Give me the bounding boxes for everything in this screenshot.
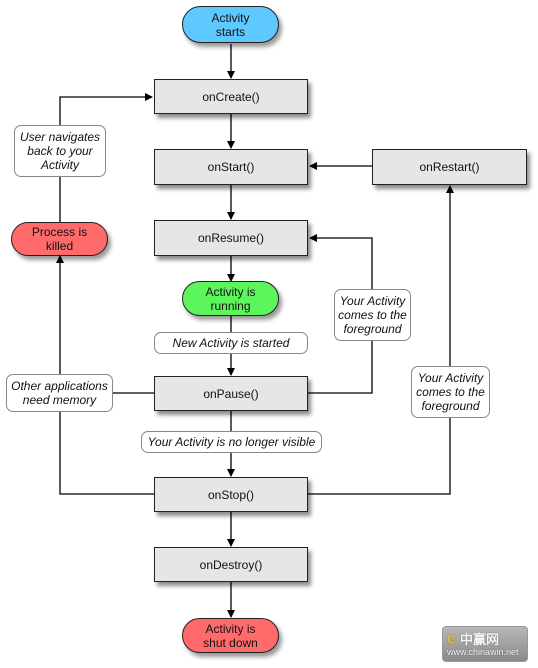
onresume-label: onResume() [197,231,265,245]
activity-shut-down-label: Activity is shut down [203,621,258,650]
activity-starts-label: Activity starts [211,10,250,39]
onpause-label: onPause() [203,386,259,401]
activity-shut-down-terminal: Activity is shut down [182,618,279,653]
onstop-box: onStop() [154,477,308,512]
onpause-box: onPause() [154,376,308,411]
onstart-box: onStart() [154,149,308,185]
activity-running-label: Activity is running [205,284,256,313]
activity-starts-terminal: Activity starts [182,6,279,43]
onresume-box: onResume() [154,220,308,256]
watermark-brand: C 中赢网 [447,629,499,648]
note-new-activity-started: New Activity is started [154,332,308,354]
ondestroy-label: onDestroy() [199,557,263,572]
note-foreground-from-stop-text: Your Activity comes to the foreground [416,371,485,413]
note-user-navigates-back: User navigates back to your Activity [14,125,106,177]
process-killed-terminal: Process is killed [11,222,108,256]
onrestart-box: onRestart() [372,149,527,185]
note-no-longer-visible: Your Activity is no longer visible [141,431,322,453]
onrestart-label: onRestart() [419,160,480,174]
oncreate-box: onCreate() [154,79,308,114]
watermark-logo: C 中赢网 www.chinawin.net [442,626,528,662]
process-killed-label: Process is killed [31,225,88,253]
note-other-apps-need-memory: Other applications need memory [6,374,113,412]
onstop-label: onStop() [207,487,255,502]
note-user-navigates-back-text: User navigates back to your Activity [19,130,101,172]
watermark-url: www.chinawin.net [447,647,519,657]
onstart-label: onStart() [207,160,255,174]
note-no-longer-visible-text: Your Activity is no longer visible [147,435,316,449]
note-other-apps-need-memory-text: Other applications need memory [11,379,108,407]
watermark-mark-icon: C [447,632,457,647]
oncreate-label: onCreate() [202,89,260,104]
activity-running-terminal: Activity is running [182,281,279,316]
watermark-brand-text: 中赢网 [460,632,500,647]
ondestroy-box: onDestroy() [154,547,308,582]
note-foreground-from-pause-text: Your Activity comes to the foreground [338,294,407,336]
note-foreground-from-stop: Your Activity comes to the foreground [411,366,490,418]
note-foreground-from-pause: Your Activity comes to the foreground [334,289,411,341]
note-new-activity-started-text: New Activity is started [172,336,290,350]
